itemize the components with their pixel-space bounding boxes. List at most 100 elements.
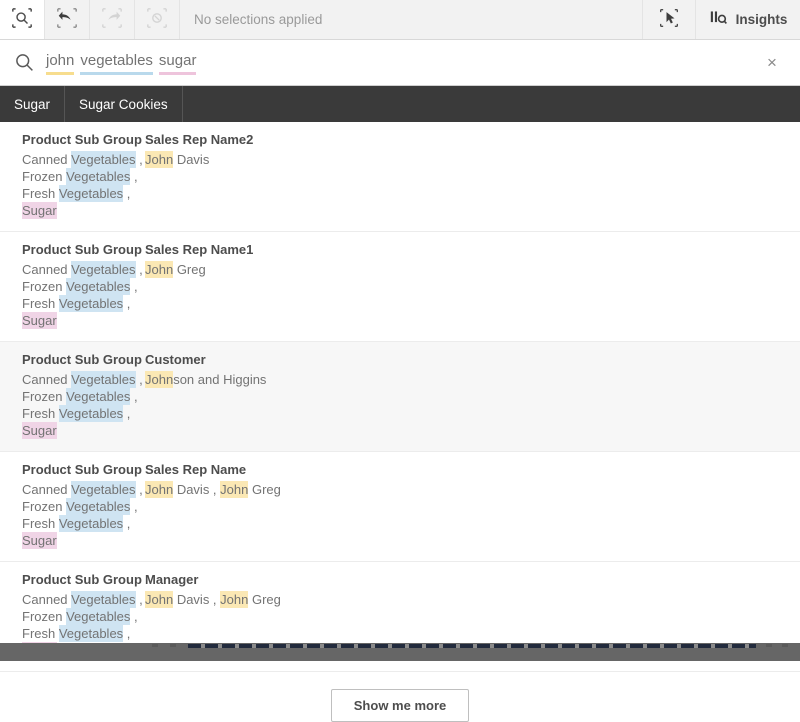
field-title: Manager bbox=[145, 570, 800, 590]
lasso-pointer-icon bbox=[659, 8, 679, 31]
insights-icon bbox=[709, 9, 729, 30]
search-suggestion-tabs: SugarSugar Cookies bbox=[0, 86, 800, 122]
left-value-line[interactable]: Fresh Vegetables , bbox=[22, 405, 145, 422]
tab-sugar[interactable]: Sugar bbox=[0, 86, 65, 122]
search-results-list: Product Sub GroupCanned Vegetables ,Froz… bbox=[0, 122, 800, 672]
search-term-sugar[interactable]: sugar bbox=[159, 51, 197, 75]
footer-nub-left bbox=[152, 644, 158, 647]
plain-term: , bbox=[136, 482, 143, 497]
plain-term: , bbox=[130, 389, 137, 404]
search-result-row[interactable]: Product Sub GroupCanned Vegetables ,Froz… bbox=[0, 232, 800, 342]
insights-button[interactable]: Insights bbox=[696, 0, 800, 39]
left-value-line[interactable]: Canned Vegetables , bbox=[22, 591, 145, 608]
plain-term: Canned bbox=[22, 592, 71, 607]
search-input[interactable]: johnvegetablessugar bbox=[44, 51, 758, 75]
plain-term: Fresh bbox=[22, 186, 59, 201]
highlighted-term: John bbox=[145, 591, 173, 608]
highlighted-term: Vegetables bbox=[59, 185, 123, 202]
left-value-line[interactable]: Canned Vegetables , bbox=[22, 261, 145, 278]
search-term-john[interactable]: john bbox=[46, 51, 74, 75]
step-back-button[interactable] bbox=[45, 0, 90, 39]
result-field-left: Product Sub GroupCanned Vegetables ,Froz… bbox=[0, 240, 145, 329]
right-value-line[interactable]: John Davis bbox=[145, 151, 800, 168]
search-result-row[interactable]: Product Sub GroupCanned Vegetables ,Froz… bbox=[0, 452, 800, 562]
left-value-line[interactable]: Fresh Vegetables , bbox=[22, 515, 145, 532]
left-value-line[interactable]: Sugar bbox=[22, 532, 145, 549]
close-icon[interactable]: × bbox=[758, 54, 786, 71]
clear-selections-icon bbox=[146, 7, 168, 32]
right-value-line[interactable]: Johnson and Higgins bbox=[145, 371, 800, 388]
show-me-more-button[interactable]: Show me more bbox=[331, 689, 469, 722]
plain-term: , bbox=[130, 499, 137, 514]
result-field-left: Product Sub GroupCanned Vegetables ,Froz… bbox=[0, 460, 145, 549]
left-value-line[interactable]: Frozen Vegetables , bbox=[22, 608, 145, 625]
field-title: Sales Rep Name bbox=[145, 460, 800, 480]
selection-tool-button[interactable] bbox=[643, 0, 696, 39]
highlighted-term: Vegetables bbox=[71, 151, 135, 168]
bottom-footer-bar bbox=[0, 643, 800, 661]
search-result-row[interactable]: Product Sub GroupCanned Vegetables ,Froz… bbox=[0, 122, 800, 232]
highlighted-term: Vegetables bbox=[71, 371, 135, 388]
plain-term: Greg bbox=[248, 482, 281, 497]
plain-term: , bbox=[123, 406, 130, 421]
smart-search-bar[interactable]: johnvegetablessugar × bbox=[0, 40, 800, 86]
left-value-line[interactable]: Frozen Vegetables , bbox=[22, 498, 145, 515]
highlighted-term: Sugar bbox=[22, 422, 57, 439]
highlighted-term: Vegetables bbox=[66, 278, 130, 295]
field-title: Product Sub Group bbox=[22, 240, 145, 260]
right-value-line[interactable]: John Greg bbox=[145, 261, 800, 278]
highlighted-term: Vegetables bbox=[59, 515, 123, 532]
plain-term: Davis bbox=[173, 152, 209, 167]
left-value-line[interactable]: Canned Vegetables , bbox=[22, 151, 145, 168]
highlighted-term: John bbox=[145, 371, 173, 388]
left-value-line[interactable]: Sugar bbox=[22, 422, 145, 439]
left-value-line[interactable]: Frozen Vegetables , bbox=[22, 278, 145, 295]
plain-term: Frozen bbox=[22, 389, 66, 404]
plain-term: Davis , bbox=[173, 482, 220, 497]
left-value-line[interactable]: Fresh Vegetables , bbox=[22, 625, 145, 642]
plain-term: Greg bbox=[173, 262, 206, 277]
step-back-icon bbox=[56, 7, 78, 32]
left-value-line[interactable]: Canned Vegetables , bbox=[22, 481, 145, 498]
selection-search-button[interactable] bbox=[0, 0, 45, 39]
field-title: Product Sub Group bbox=[22, 570, 145, 590]
search-term-vegetables[interactable]: vegetables bbox=[80, 51, 153, 75]
left-value-line[interactable]: Fresh Vegetables , bbox=[22, 295, 145, 312]
right-value-line[interactable]: John Davis , John Greg bbox=[145, 481, 800, 498]
left-value-line[interactable]: Canned Vegetables , bbox=[22, 371, 145, 388]
left-value-line[interactable]: Sugar bbox=[22, 202, 145, 219]
right-value-line[interactable]: John Davis , John Greg bbox=[145, 591, 800, 608]
highlighted-term: John bbox=[145, 151, 173, 168]
clear-selections-button bbox=[135, 0, 180, 39]
plain-term: Frozen bbox=[22, 609, 66, 624]
result-field-right: Sales Rep Name1John Greg bbox=[145, 240, 800, 329]
plain-term: Fresh bbox=[22, 406, 59, 421]
plain-term: son and Higgins bbox=[173, 372, 266, 387]
search-result-row[interactable]: Product Sub GroupCanned Vegetables ,Froz… bbox=[0, 342, 800, 452]
highlighted-term: Vegetables bbox=[66, 498, 130, 515]
plain-term: Frozen bbox=[22, 499, 66, 514]
plain-term: Canned bbox=[22, 372, 71, 387]
show-more-container: Show me more bbox=[0, 672, 800, 722]
left-value-line[interactable]: Frozen Vegetables , bbox=[22, 168, 145, 185]
field-title: Customer bbox=[145, 350, 800, 370]
result-field-right: Sales Rep Name2John Davis bbox=[145, 130, 800, 219]
left-value-line[interactable]: Fresh Vegetables , bbox=[22, 185, 145, 202]
left-value-line[interactable]: Frozen Vegetables , bbox=[22, 388, 145, 405]
highlighted-term: John bbox=[145, 481, 173, 498]
plain-term: , bbox=[130, 169, 137, 184]
highlighted-term: Sugar bbox=[22, 202, 57, 219]
highlighted-term: Vegetables bbox=[66, 168, 130, 185]
plain-term: Canned bbox=[22, 262, 71, 277]
insights-label: Insights bbox=[736, 12, 788, 27]
highlighted-term: John bbox=[220, 591, 248, 608]
plain-term: Canned bbox=[22, 152, 71, 167]
plain-term: , bbox=[136, 262, 143, 277]
tab-sugar-cookies[interactable]: Sugar Cookies bbox=[65, 86, 183, 122]
plain-term: Fresh bbox=[22, 296, 59, 311]
field-title: Product Sub Group bbox=[22, 460, 145, 480]
plain-term: , bbox=[136, 372, 143, 387]
step-forward-icon bbox=[101, 7, 123, 32]
left-value-line[interactable]: Sugar bbox=[22, 312, 145, 329]
selection-status-text: No selections applied bbox=[180, 0, 643, 39]
